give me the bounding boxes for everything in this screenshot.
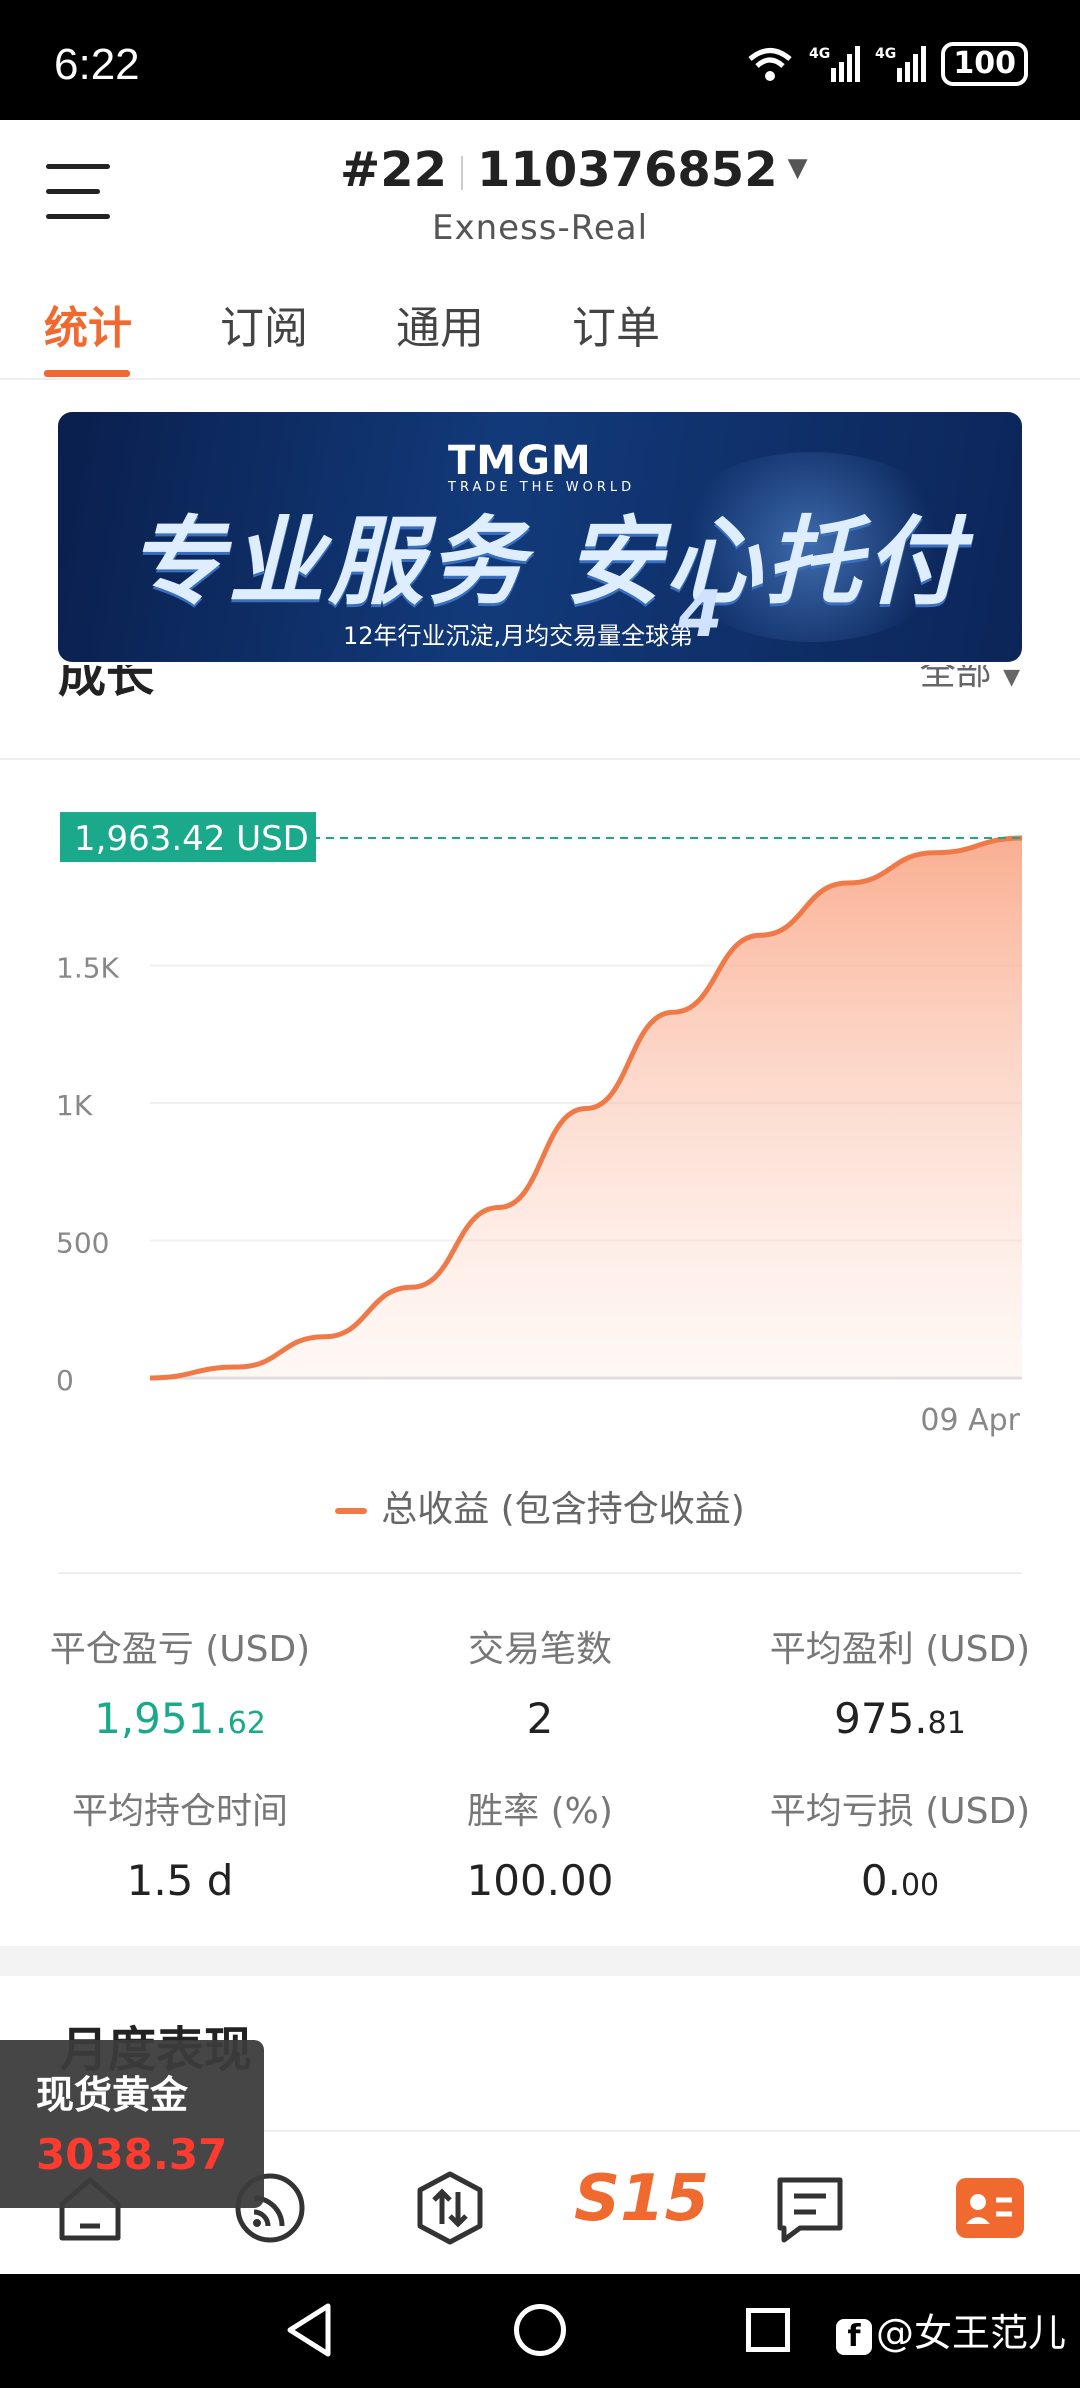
battery-icon: 100 [941, 42, 1028, 86]
back-icon[interactable] [284, 2302, 334, 2358]
current-value-label: 1,963.42 USD [74, 819, 309, 859]
stat-closed-pnl: 平仓盈亏 (USD) 1,951.62 [49, 1629, 311, 1743]
facebook-icon: f [836, 2319, 872, 2355]
y-tick-label: 0 [56, 1364, 74, 1397]
profile-icon[interactable] [950, 2168, 1030, 2248]
tab-general[interactable]: 通用 [396, 292, 484, 356]
promo-banner[interactable]: TMGM TRADE THE WORLD 专业服务 安心托付 12年行业沉淀,月均… [58, 412, 1022, 662]
account-id: 110376852 [477, 142, 778, 198]
banner-subline: 12年行业沉淀,月均交易量全球第 [343, 622, 694, 650]
divider [58, 1572, 1022, 1574]
gold-name: 现货黄金 [36, 2073, 189, 2117]
banner-headline: 专业服务 安心托付 [128, 506, 966, 618]
growth-section-header: 成长 全部 ▼ [0, 665, 1080, 760]
status-icons: 4G 4G 100 [745, 42, 1028, 86]
banner-rank: 4 [678, 578, 723, 652]
growth-title: 成长 [58, 665, 155, 703]
chart-legend: 总收益 (包含持仓收益) [0, 1480, 1080, 1532]
stat-avg-profit: 平均盈利 (USD) 975.81 [769, 1629, 1031, 1743]
period-filter[interactable]: 全部 ▼ [920, 665, 1020, 695]
y-tick-label: 1K [56, 1089, 93, 1122]
system-nav-bar: f @女王范儿 [0, 2274, 1080, 2388]
tab-stats[interactable]: 统计 [44, 292, 132, 356]
status-bar: 6:22 4G 4G 100 [0, 0, 1080, 120]
s15-logo[interactable]: S15 [574, 2162, 709, 2242]
y-tick-label: 500 [56, 1227, 109, 1260]
tab-subscribe[interactable]: 订阅 [220, 292, 308, 356]
status-time: 6:22 [54, 40, 140, 89]
message-icon[interactable] [770, 2168, 850, 2248]
signal-icon-1: 4G [809, 46, 861, 82]
trade-icon[interactable] [410, 2168, 490, 2248]
stat-avg-hold-time: 平均持仓时间 1.5 d [71, 1791, 288, 1905]
account-number: #22 [340, 142, 448, 198]
account-header: #22 110376852 ▼ Exness-Real [0, 120, 1080, 260]
gold-price: 3038.37 [36, 2130, 228, 2179]
home-button-icon[interactable] [514, 2304, 566, 2356]
wifi-icon [748, 48, 792, 81]
svg-text:4G: 4G [809, 46, 830, 62]
dropdown-caret-icon: ▼ [787, 153, 808, 183]
growth-chart[interactable]: 1,963.42 USD 0 500 1K 1.5K 09 Apr [0, 760, 1080, 1590]
recents-icon[interactable] [746, 2308, 790, 2352]
active-tab-indicator [44, 370, 130, 377]
gold-price-widget[interactable]: 现货黄金 3038.37 [0, 2040, 264, 2208]
signal-icon-2: 4G [875, 46, 927, 82]
watermark: f @女王范儿 [836, 2302, 1066, 2357]
server-name: Exness-Real [431, 208, 649, 248]
x-axis-end-label: 09 Apr [920, 1403, 1020, 1438]
legend-swatch [335, 1508, 368, 1514]
y-tick-label: 1.5K [56, 952, 120, 985]
tab-orders[interactable]: 订单 [572, 292, 660, 356]
stat-win-rate: 胜率 (%) 100.00 [466, 1791, 614, 1905]
stat-trade-count: 交易笔数 2 [467, 1629, 612, 1743]
svg-text:4G: 4G [875, 46, 896, 62]
section-gap [0, 1946, 1080, 1976]
growth-chart-svg: 1,963.42 USD 0 500 1K 1.5K 09 Apr [56, 812, 1023, 1438]
tab-bar: 统计 订阅 通用 订单 [0, 270, 1080, 380]
stat-avg-loss: 平均亏损 (USD) 0.00 [769, 1791, 1031, 1905]
legend-label: 总收益 (包含持仓收益) [381, 1489, 745, 1530]
account-selector[interactable]: #22 110376852 ▼ [340, 142, 808, 198]
